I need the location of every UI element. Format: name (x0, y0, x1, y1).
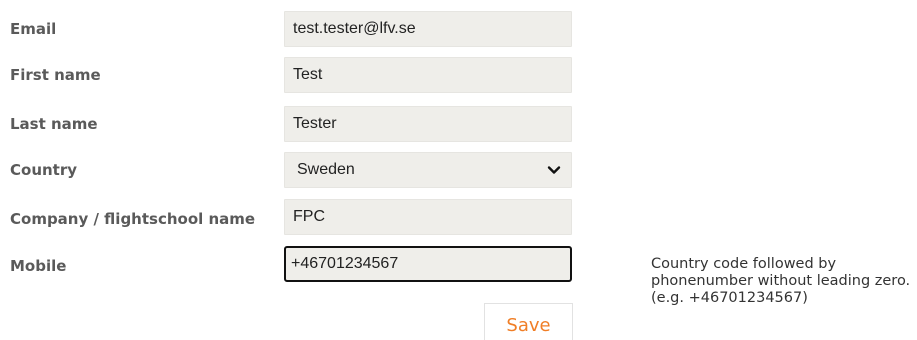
email-label: Email (10, 20, 57, 38)
email-field[interactable] (284, 11, 572, 47)
last-name-field[interactable] (284, 106, 572, 142)
country-select[interactable]: Sweden (284, 152, 572, 188)
country-select-value: Sweden (297, 161, 355, 178)
mobile-field[interactable] (284, 246, 572, 282)
first-name-field[interactable] (284, 57, 572, 93)
save-button[interactable]: Save (484, 303, 573, 340)
chevron-down-icon (547, 163, 561, 177)
last-name-label: Last name (10, 115, 98, 133)
mobile-help-text: Country code followed by phonenumber wit… (651, 256, 911, 306)
first-name-label: First name (10, 66, 101, 84)
country-label: Country (10, 161, 78, 179)
company-field[interactable] (284, 199, 572, 235)
company-label: Company / flightschool name (10, 210, 256, 228)
mobile-label: Mobile (10, 257, 67, 275)
